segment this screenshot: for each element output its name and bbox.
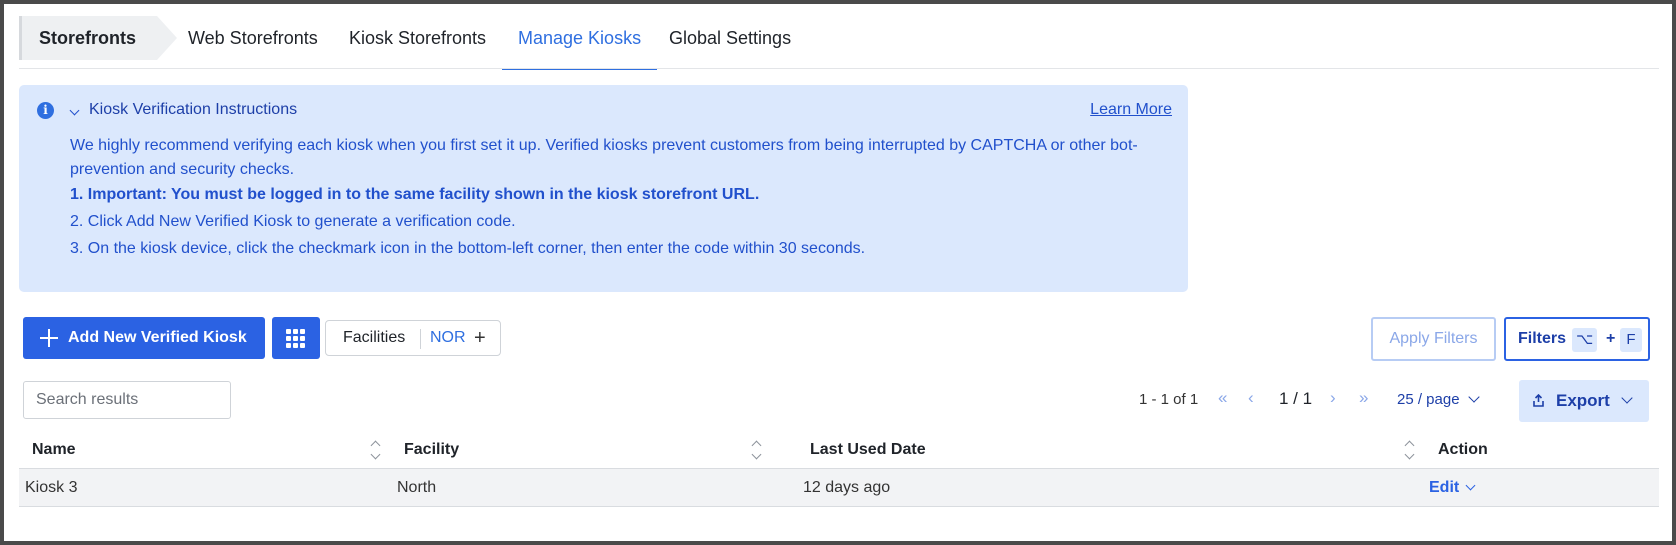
per-page-value: 25 / page: [1397, 391, 1460, 408]
per-page-select[interactable]: 25 / page: [1397, 390, 1480, 410]
info-step-3: 3. On the kiosk device, click the checkm…: [70, 240, 866, 257]
info-paragraph: We highly recommend verifying each kiosk…: [70, 137, 1138, 178]
next-page-icon[interactable]: ›: [1330, 388, 1336, 408]
facilities-value[interactable]: NOR: [430, 321, 466, 355]
app-window: Storefronts Web Storefronts Kiosk Storef…: [4, 4, 1672, 541]
filters-button[interactable]: Filters ⌥ + F: [1504, 317, 1650, 361]
option-key-icon: ⌥: [1572, 328, 1598, 352]
chevron-down-icon: [1467, 391, 1480, 403]
sort-icon[interactable]: [751, 438, 762, 462]
tab-kiosk-storefronts[interactable]: Kiosk Storefronts: [349, 4, 486, 70]
shortcut-plus: +: [1606, 330, 1616, 347]
info-step-1: 1. Important: You must be logged in to t…: [70, 186, 760, 203]
cell-facility: North: [397, 479, 437, 496]
prev-page-icon[interactable]: ‹: [1248, 388, 1254, 408]
grid-icon: [286, 329, 306, 348]
cell-last-used: 12 days ago: [803, 479, 891, 496]
column-header-name[interactable]: Name: [32, 432, 76, 468]
sort-icon[interactable]: [1404, 438, 1415, 462]
facilities-filter-pill[interactable]: Facilities NOR +: [325, 320, 501, 356]
tabs-divider: [19, 68, 1659, 69]
add-filter-icon[interactable]: +: [474, 321, 486, 355]
table-header: Name Facility Last Used Date Action: [19, 432, 1659, 469]
chevron-down-icon[interactable]: [69, 105, 80, 116]
kiosk-table: Name Facility Last Used Date Action Kios…: [19, 432, 1659, 507]
chevron-down-icon: [1621, 392, 1633, 404]
filters-label: Filters: [1518, 330, 1567, 347]
search-input[interactable]: [23, 381, 231, 419]
plus-icon-bar: [40, 337, 58, 339]
cell-name: Kiosk 3: [25, 479, 78, 496]
add-button-label: Add New Verified Kiosk: [68, 329, 247, 346]
last-page-icon[interactable]: »: [1359, 388, 1368, 408]
tab-bar: Storefronts Web Storefronts Kiosk Storef…: [4, 4, 1672, 70]
chevron-down-icon: [1465, 480, 1476, 491]
column-header-facility[interactable]: Facility: [404, 432, 459, 468]
column-header-action: Action: [1438, 441, 1488, 458]
shortcut-key-f: F: [1620, 328, 1642, 352]
info-title[interactable]: Kiosk Verification Instructions: [89, 101, 297, 119]
apply-filters-button[interactable]: Apply Filters: [1371, 317, 1496, 361]
add-new-verified-kiosk-button[interactable]: Add New Verified Kiosk: [23, 317, 265, 359]
info-icon: i: [37, 102, 54, 119]
breadcrumb[interactable]: Storefronts: [19, 16, 177, 60]
tab-global-settings[interactable]: Global Settings: [669, 4, 791, 70]
export-label: Export: [1556, 391, 1610, 410]
tab-manage-kiosks[interactable]: Manage Kiosks: [502, 4, 658, 70]
facilities-label: Facilities: [343, 329, 406, 346]
export-button[interactable]: Export: [1519, 380, 1649, 422]
edit-action-button[interactable]: Edit: [1429, 469, 1476, 507]
grid-view-button[interactable]: [272, 317, 320, 359]
first-page-icon[interactable]: «: [1218, 388, 1227, 408]
tab-web-storefronts[interactable]: Web Storefronts: [188, 4, 318, 70]
sort-icon[interactable]: [370, 438, 381, 462]
export-icon: [1533, 394, 1544, 407]
pill-divider: [420, 329, 421, 349]
page-indicator: 1 / 1: [1279, 389, 1313, 408]
table-row[interactable]: Kiosk 3 North 12 days ago Edit: [19, 469, 1659, 507]
learn-more-link[interactable]: Learn More: [1090, 101, 1172, 119]
column-header-last-used-date[interactable]: Last Used Date: [810, 432, 926, 468]
verification-info-panel: i Kiosk Verification Instructions Learn …: [19, 85, 1188, 292]
edit-label: Edit: [1429, 479, 1460, 496]
info-step-2: 2. Click Add New Verified Kiosk to gener…: [70, 213, 516, 230]
pagination-range: 1 - 1 of 1: [1139, 391, 1199, 408]
